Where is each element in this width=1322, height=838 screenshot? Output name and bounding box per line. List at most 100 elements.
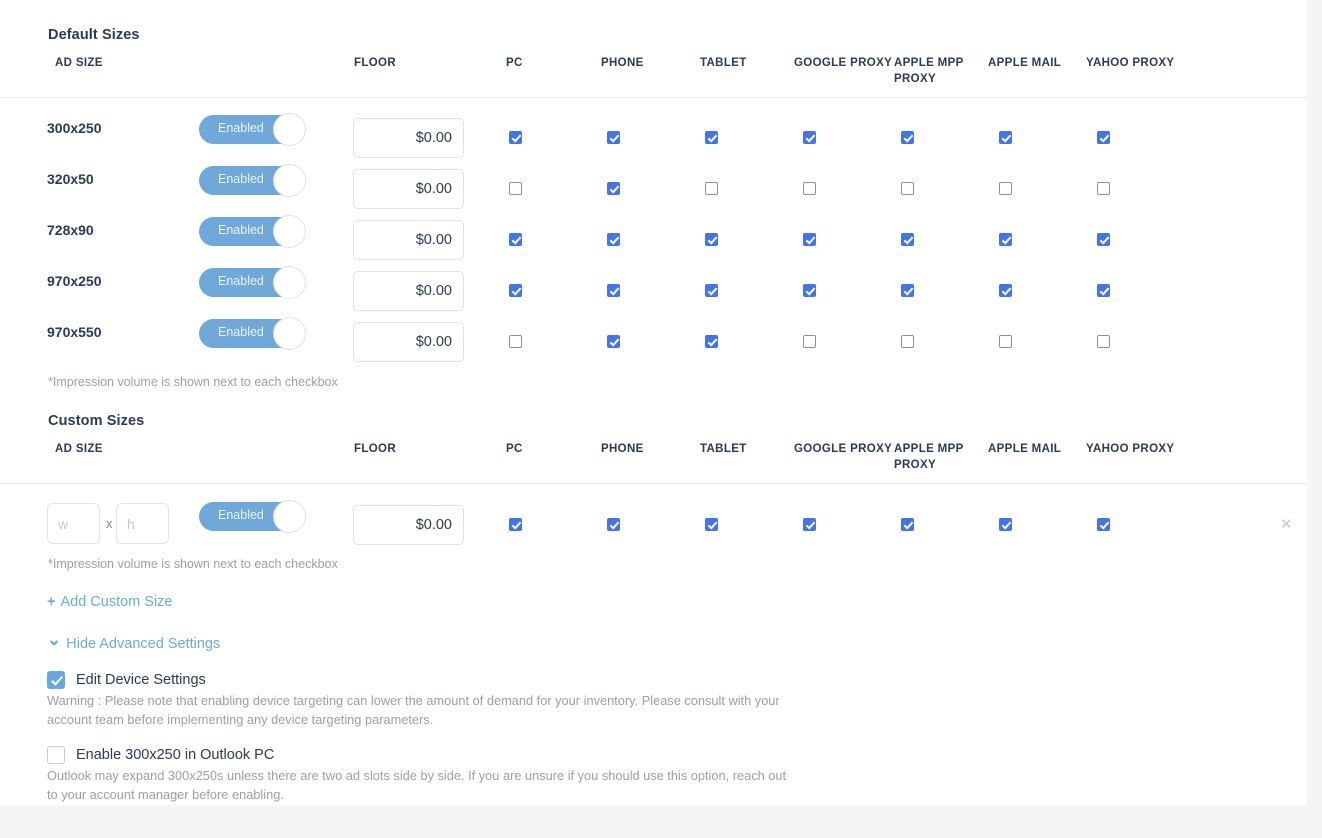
- custom-column-header-phone: PHONE: [601, 441, 644, 457]
- default-row-1-phone-checkbox[interactable]: [607, 182, 620, 195]
- default-row-4-pc-checkbox[interactable]: [509, 335, 522, 348]
- default-row-4-yahoo-proxy-checkbox[interactable]: [1097, 335, 1110, 348]
- toggle-label: Enabled: [218, 274, 264, 288]
- toggle-label: Enabled: [218, 172, 264, 186]
- column-header-pc: PC: [506, 55, 523, 71]
- default-row-4-google-proxy-checkbox[interactable]: [803, 335, 816, 348]
- default-row-0-yahoo-proxy-checkbox[interactable]: [1097, 131, 1110, 144]
- custom-row-0-floor-input[interactable]: [353, 505, 464, 545]
- default-row-1-google-proxy-checkbox[interactable]: [803, 182, 816, 195]
- default-row-4-ad-size: 970x550: [47, 324, 102, 340]
- column-header-google-proxy: GOOGLE PROXY: [794, 55, 892, 71]
- column-header-floor: FLOOR: [354, 55, 396, 71]
- default-row-1-apple-mpp-proxy-checkbox[interactable]: [901, 182, 914, 195]
- default-row-3-tablet-checkbox[interactable]: [705, 284, 718, 297]
- default-row-3-ad-size: 970x250: [47, 273, 102, 289]
- enable-outlook-pc-help: Outlook may expand 300x250s unless there…: [47, 766, 787, 804]
- default-row-1-ad-size: 320x50: [47, 171, 94, 187]
- custom-row-0-apple-mail-checkbox[interactable]: [999, 518, 1012, 531]
- custom-column-header-floor: FLOOR: [354, 441, 396, 457]
- default-row-2-phone-checkbox[interactable]: [607, 233, 620, 246]
- custom-row-0-pc-checkbox[interactable]: [509, 518, 522, 531]
- custom-row-0-google-proxy-checkbox[interactable]: [803, 518, 816, 531]
- default-row-3-apple-mail-checkbox[interactable]: [999, 284, 1012, 297]
- enable-outlook-pc-label: Enable 300x250 in Outlook PC: [76, 747, 274, 763]
- default-table-header-divider: [0, 97, 1307, 98]
- default-row-4-floor-input[interactable]: [353, 322, 464, 362]
- column-header-ad-size: AD SIZE: [55, 55, 103, 71]
- add-custom-size-label: Add Custom Size: [60, 594, 172, 610]
- default-row-2-apple-mpp-proxy-checkbox[interactable]: [901, 233, 914, 246]
- default-row-3-pc-checkbox[interactable]: [509, 284, 522, 297]
- default-row-0-google-proxy-checkbox[interactable]: [803, 131, 816, 144]
- custom-row-0-enabled-toggle[interactable]: Enabled: [199, 502, 305, 531]
- toggle-label: Enabled: [218, 325, 264, 339]
- custom-column-header-google-proxy: GOOGLE PROXY: [794, 441, 892, 457]
- column-header-yahoo-proxy: YAHOO PROXY: [1086, 55, 1174, 71]
- custom-row-0-dimension-separator: x: [106, 516, 113, 531]
- hide-advanced-settings-link[interactable]: ⌄Hide Advanced Settings: [47, 633, 220, 653]
- default-row-0-floor-input[interactable]: [353, 118, 464, 158]
- custom-row-0-height-input[interactable]: [116, 503, 169, 544]
- default-row-1-floor-input[interactable]: [353, 169, 464, 209]
- default-row-0-apple-mpp-proxy-checkbox[interactable]: [901, 131, 914, 144]
- default-row-2-floor-input[interactable]: [353, 220, 464, 260]
- custom-row-0-tablet-checkbox[interactable]: [705, 518, 718, 531]
- default-row-0-phone-checkbox[interactable]: [607, 131, 620, 144]
- default-sizes-footnote: *Impression volume is shown next to each…: [48, 375, 338, 389]
- edit-device-settings-checkbox[interactable]: [47, 671, 65, 689]
- toggle-knob: [273, 317, 306, 350]
- default-row-3-enabled-toggle[interactable]: Enabled: [199, 268, 305, 297]
- default-row-2-tablet-checkbox[interactable]: [705, 233, 718, 246]
- toggle-label: Enabled: [218, 121, 264, 135]
- custom-row-0-apple-mpp-proxy-checkbox[interactable]: [901, 518, 914, 531]
- default-row-3-phone-checkbox[interactable]: [607, 284, 620, 297]
- toggle-knob: [273, 215, 306, 248]
- default-row-4-phone-checkbox[interactable]: [607, 335, 620, 348]
- default-row-1-apple-mail-checkbox[interactable]: [999, 182, 1012, 195]
- default-row-1-tablet-checkbox[interactable]: [705, 182, 718, 195]
- custom-row-0-phone-checkbox[interactable]: [607, 518, 620, 531]
- toggle-knob: [273, 500, 306, 533]
- column-header-phone: PHONE: [601, 55, 644, 71]
- toggle-knob: [273, 164, 306, 197]
- default-row-3-apple-mpp-proxy-checkbox[interactable]: [901, 284, 914, 297]
- default-row-0-pc-checkbox[interactable]: [509, 131, 522, 144]
- default-row-2-yahoo-proxy-checkbox[interactable]: [1097, 233, 1110, 246]
- settings-page: Default Sizes AD SIZE FLOOR PC PHONE TAB…: [0, 0, 1322, 838]
- ad-sizes-card: Default Sizes AD SIZE FLOOR PC PHONE TAB…: [0, 0, 1307, 805]
- default-row-4-apple-mpp-proxy-checkbox[interactable]: [901, 335, 914, 348]
- custom-row-0-remove-icon[interactable]: ✕: [1280, 517, 1293, 532]
- custom-column-header-apple-mpp-proxy: APPLE MPP PROXY: [894, 441, 964, 473]
- custom-table-header-divider: [0, 483, 1307, 484]
- column-header-apple-mpp-proxy: APPLE MPP PROXY: [894, 55, 964, 87]
- toggle-label: Enabled: [218, 508, 264, 522]
- toggle-knob: [273, 266, 306, 299]
- default-row-1-yahoo-proxy-checkbox[interactable]: [1097, 182, 1110, 195]
- plus-icon: +: [47, 594, 55, 610]
- default-row-0-tablet-checkbox[interactable]: [705, 131, 718, 144]
- default-row-1-enabled-toggle[interactable]: Enabled: [199, 166, 305, 195]
- hide-advanced-settings-label: Hide Advanced Settings: [66, 636, 220, 652]
- default-row-4-tablet-checkbox[interactable]: [705, 335, 718, 348]
- default-row-3-google-proxy-checkbox[interactable]: [803, 284, 816, 297]
- enable-outlook-pc-checkbox[interactable]: [47, 746, 65, 764]
- custom-row-0-yahoo-proxy-checkbox[interactable]: [1097, 518, 1110, 531]
- default-row-0-apple-mail-checkbox[interactable]: [999, 131, 1012, 144]
- default-row-2-pc-checkbox[interactable]: [509, 233, 522, 246]
- custom-column-header-apple-mail: APPLE MAIL: [988, 441, 1061, 457]
- default-row-2-apple-mail-checkbox[interactable]: [999, 233, 1012, 246]
- default-row-1-pc-checkbox[interactable]: [509, 182, 522, 195]
- default-row-4-enabled-toggle[interactable]: Enabled: [199, 319, 305, 348]
- add-custom-size-link[interactable]: + Add Custom Size: [47, 594, 173, 610]
- custom-row-0-width-input[interactable]: [47, 503, 100, 544]
- default-row-2-google-proxy-checkbox[interactable]: [803, 233, 816, 246]
- default-row-3-floor-input[interactable]: [353, 271, 464, 311]
- default-sizes-heading: Default Sizes: [48, 27, 140, 43]
- column-header-tablet: TABLET: [700, 55, 747, 71]
- default-row-2-enabled-toggle[interactable]: Enabled: [199, 217, 305, 246]
- default-row-0-enabled-toggle[interactable]: Enabled: [199, 115, 305, 144]
- default-row-3-yahoo-proxy-checkbox[interactable]: [1097, 284, 1110, 297]
- custom-column-header-ad-size: AD SIZE: [55, 441, 103, 457]
- default-row-4-apple-mail-checkbox[interactable]: [999, 335, 1012, 348]
